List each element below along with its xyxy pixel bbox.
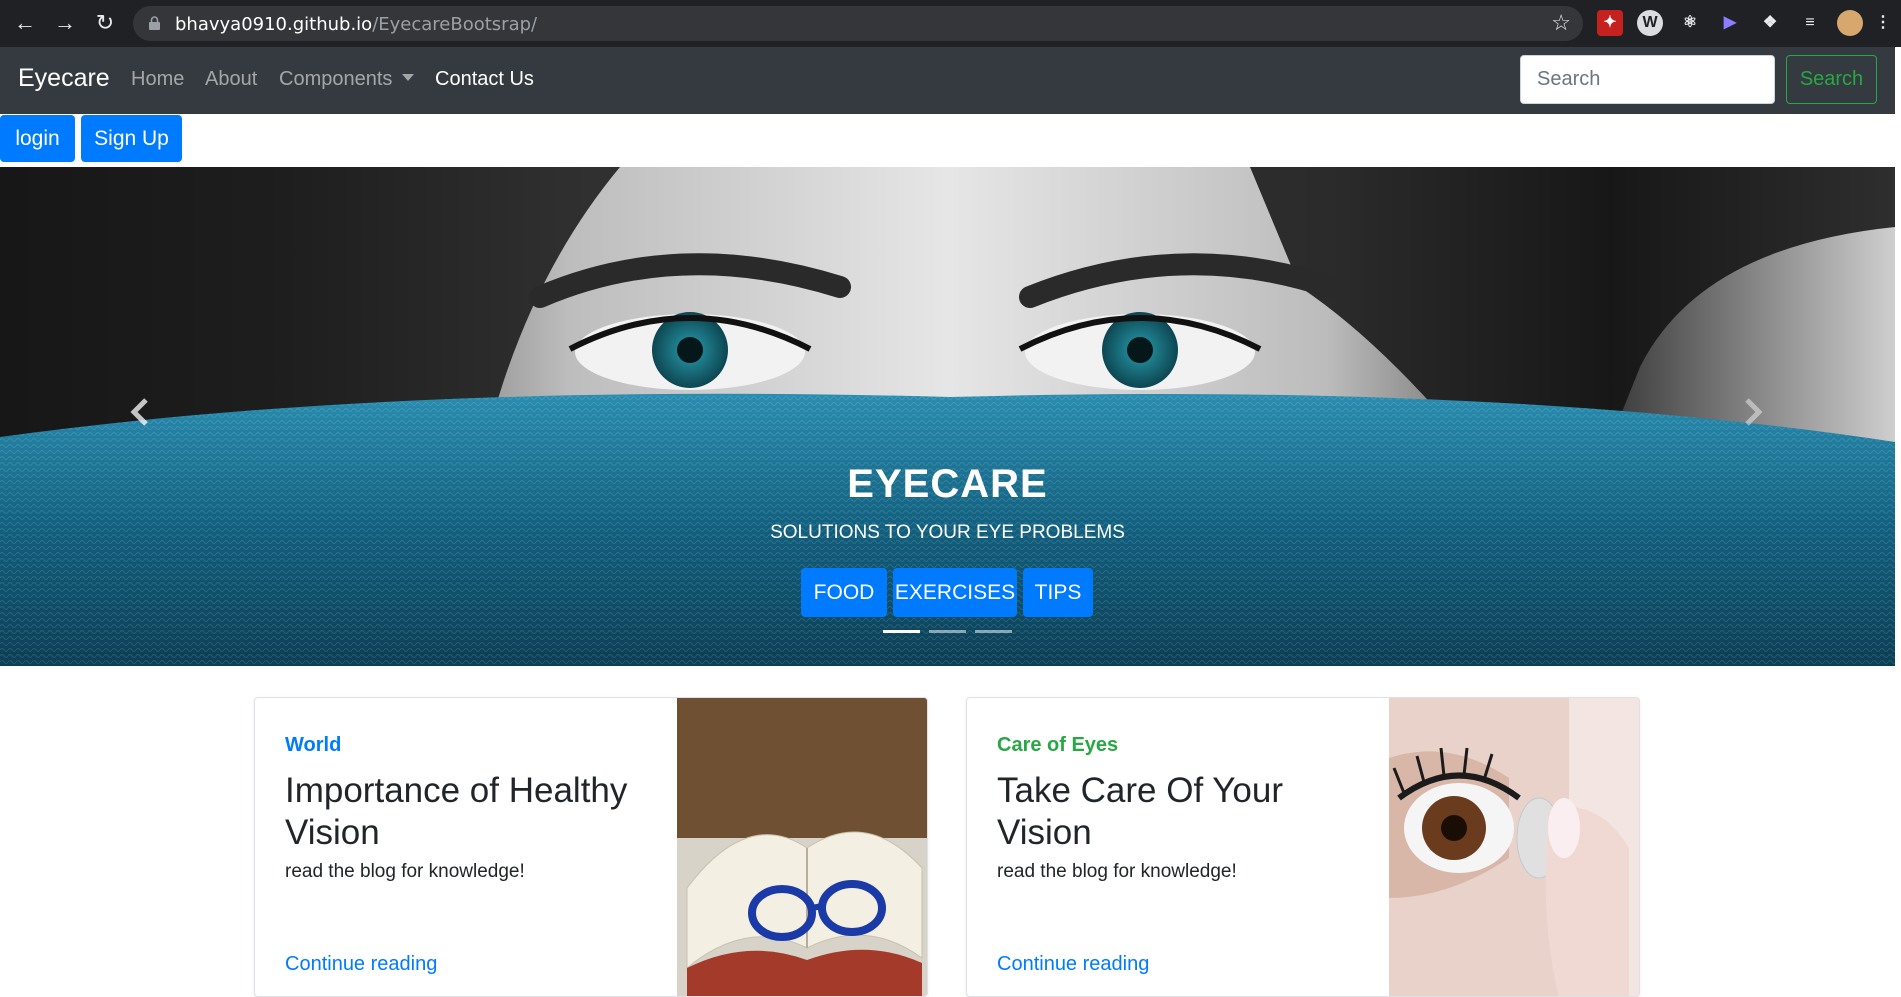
hero-title: EYECARE xyxy=(847,462,1048,506)
menu-dots-icon[interactable]: ⋮ xyxy=(1873,10,1893,36)
bookmark-star-icon[interactable]: ☆ xyxy=(1551,10,1571,36)
lock-icon xyxy=(149,16,160,30)
brand-logo[interactable]: Eyecare xyxy=(18,64,110,93)
signup-button[interactable]: Sign Up xyxy=(81,115,182,162)
card-category: Care of Eyes xyxy=(997,734,1119,756)
w-extension-icon[interactable]: W xyxy=(1637,10,1663,36)
carousel-next-icon[interactable] xyxy=(1733,382,1773,442)
reading-list-icon[interactable]: ≡ xyxy=(1797,10,1823,36)
nav-components-dropdown[interactable]: Components xyxy=(279,68,415,91)
exercises-button[interactable]: EXERCISES xyxy=(893,568,1017,617)
search-button[interactable]: Search xyxy=(1786,55,1877,104)
atom-extension-icon[interactable]: ⚛ xyxy=(1677,10,1703,36)
contact-lens-image xyxy=(1389,698,1639,996)
continue-reading-link[interactable]: Continue reading xyxy=(285,953,437,976)
hero-carousel: EYECARE SOLUTIONS TO YOUR EYE PROBLEMS F… xyxy=(0,167,1895,666)
caret-down-icon xyxy=(402,74,415,81)
pdf-extension-icon[interactable]: ✦ xyxy=(1597,10,1623,36)
nav-components-label: Components xyxy=(279,68,393,90)
carousel-indicator-2[interactable] xyxy=(929,630,966,633)
carousel-prev-icon[interactable] xyxy=(120,382,160,442)
back-icon[interactable]: ← xyxy=(10,8,40,38)
address-bar[interactable]: bhavya0910.github.io/EyecareBootsrap/ ☆ xyxy=(133,6,1583,41)
book-glasses-image xyxy=(677,698,927,996)
blog-card-world: World Importance of Healthy Vision read … xyxy=(254,697,928,997)
carousel-indicator-3[interactable] xyxy=(975,630,1012,633)
continue-reading-link[interactable]: Continue reading xyxy=(997,953,1149,976)
login-button[interactable]: login xyxy=(0,115,75,162)
url-path: /EyecareBootsrap/ xyxy=(372,14,538,35)
profile-avatar[interactable] xyxy=(1837,10,1863,36)
play-extension-icon[interactable]: ▶ xyxy=(1717,10,1743,36)
card-category: World xyxy=(285,734,342,756)
carousel-indicator-1[interactable] xyxy=(883,630,920,633)
nav-about[interactable]: About xyxy=(205,68,257,91)
forward-icon[interactable]: → xyxy=(50,8,80,38)
puzzle-extensions-icon[interactable]: ❖ xyxy=(1757,10,1783,36)
url-text: bhavya0910.github.io/EyecareBootsrap/ xyxy=(175,14,537,35)
blog-card-care-of-eyes: Care of Eyes Take Care Of Your Vision re… xyxy=(966,697,1640,997)
reload-icon[interactable]: ↻ xyxy=(90,8,120,38)
card-title: Importance of Healthy Vision xyxy=(285,771,628,852)
food-button[interactable]: FOOD xyxy=(801,568,887,617)
tips-button[interactable]: TIPS xyxy=(1023,568,1093,617)
url-host: bhavya0910.github.io xyxy=(175,14,373,35)
card-description: read the blog for knowledge! xyxy=(285,861,525,882)
nav-home[interactable]: Home xyxy=(131,68,184,91)
card-title: Take Care Of Your Vision xyxy=(997,771,1283,852)
hero-subtitle: SOLUTIONS TO YOUR EYE PROBLEMS xyxy=(770,522,1125,543)
main-navbar: Eyecare Home About Components Contact Us… xyxy=(0,47,1895,114)
search-input[interactable] xyxy=(1520,55,1775,104)
card-description: read the blog for knowledge! xyxy=(997,861,1237,882)
nav-contact[interactable]: Contact Us xyxy=(435,68,534,91)
browser-toolbar: ← → ↻ bhavya0910.github.io/EyecareBootsr… xyxy=(0,0,1901,47)
